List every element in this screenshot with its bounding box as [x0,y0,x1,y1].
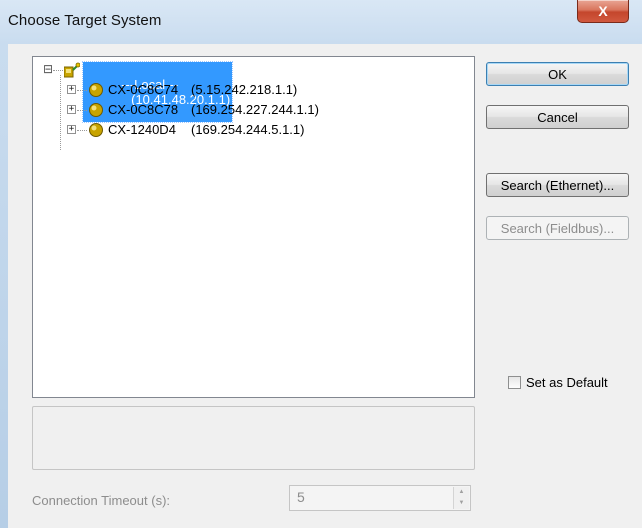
target-tree[interactable]: ⊟ ---Local--- (10.41.48.20.1.1) + CX-0C8… [32,56,475,398]
set-default-checkbox[interactable] [508,376,521,389]
search-fieldbus-label: Search (Fieldbus)... [500,220,615,236]
tree-node-address: (169.254.244.5.1.1) [191,122,305,137]
connection-timeout-value[interactable]: 5 [297,489,305,505]
spin-down-icon[interactable]: ▼ [454,498,469,509]
tree-node-cx-0c8c74[interactable]: + CX-0C8C74 (5.15.242.218.1.1) [33,80,463,100]
expand-icon[interactable]: + [67,85,76,94]
connection-timeout-stepper[interactable]: 5 ▲ ▼ [289,485,471,511]
dialog-title: Choose Target System [8,12,162,29]
tree-node-local[interactable]: ⊟ ---Local--- (10.41.48.20.1.1) [33,60,463,123]
choose-target-dialog: Choose Target System X ⊟ ---Local--- (10… [0,0,642,528]
search-ethernet-label: Search (Ethernet)... [500,177,615,193]
ok-button[interactable]: OK [486,62,629,86]
expand-icon[interactable]: + [67,125,76,134]
tree-node-address: (5.15.242.218.1.1) [191,82,298,97]
connection-timeout-label: Connection Timeout (s): [32,493,171,508]
search-fieldbus-button[interactable]: Search (Fieldbus)... [486,216,629,240]
cancel-button-label: Cancel [537,109,578,125]
collapse-icon[interactable]: ⊟ [43,63,53,75]
tree-node-name: CX-0C8C78 [108,102,179,117]
network-local-icon [64,62,80,78]
target-info-panel [32,406,475,470]
ok-button-label: OK [548,66,567,82]
cancel-button[interactable]: Cancel [486,105,629,129]
tree-node-name: CX-0C8C74 [108,82,179,97]
close-icon: X [598,3,608,19]
target-device-icon [89,103,103,117]
dialog-body: ⊟ ---Local--- (10.41.48.20.1.1) + CX-0C8… [8,44,642,528]
tree-node-cx-0c8c78[interactable]: + CX-0C8C78 (169.254.227.244.1.1) [33,100,463,120]
spin-buttons: ▲ ▼ [453,487,469,509]
tree-connector [77,110,87,111]
tree-node-cx-1240d4[interactable]: + CX-1240D4 (169.254.244.5.1.1) [33,120,463,140]
tree-node-address: (169.254.227.244.1.1) [191,102,319,117]
search-ethernet-button[interactable]: Search (Ethernet)... [486,173,629,197]
expand-icon[interactable]: + [67,105,76,114]
tree-connector [77,130,87,131]
tree-node-name: CX-1240D4 [108,122,176,137]
target-device-icon [89,83,103,97]
set-default-label[interactable]: Set as Default [526,375,608,390]
tree-connector [53,70,63,71]
tree-connector [77,90,87,91]
title-bar[interactable]: Choose Target System X [0,0,642,44]
target-device-icon [89,123,103,137]
close-button[interactable]: X [577,0,629,23]
